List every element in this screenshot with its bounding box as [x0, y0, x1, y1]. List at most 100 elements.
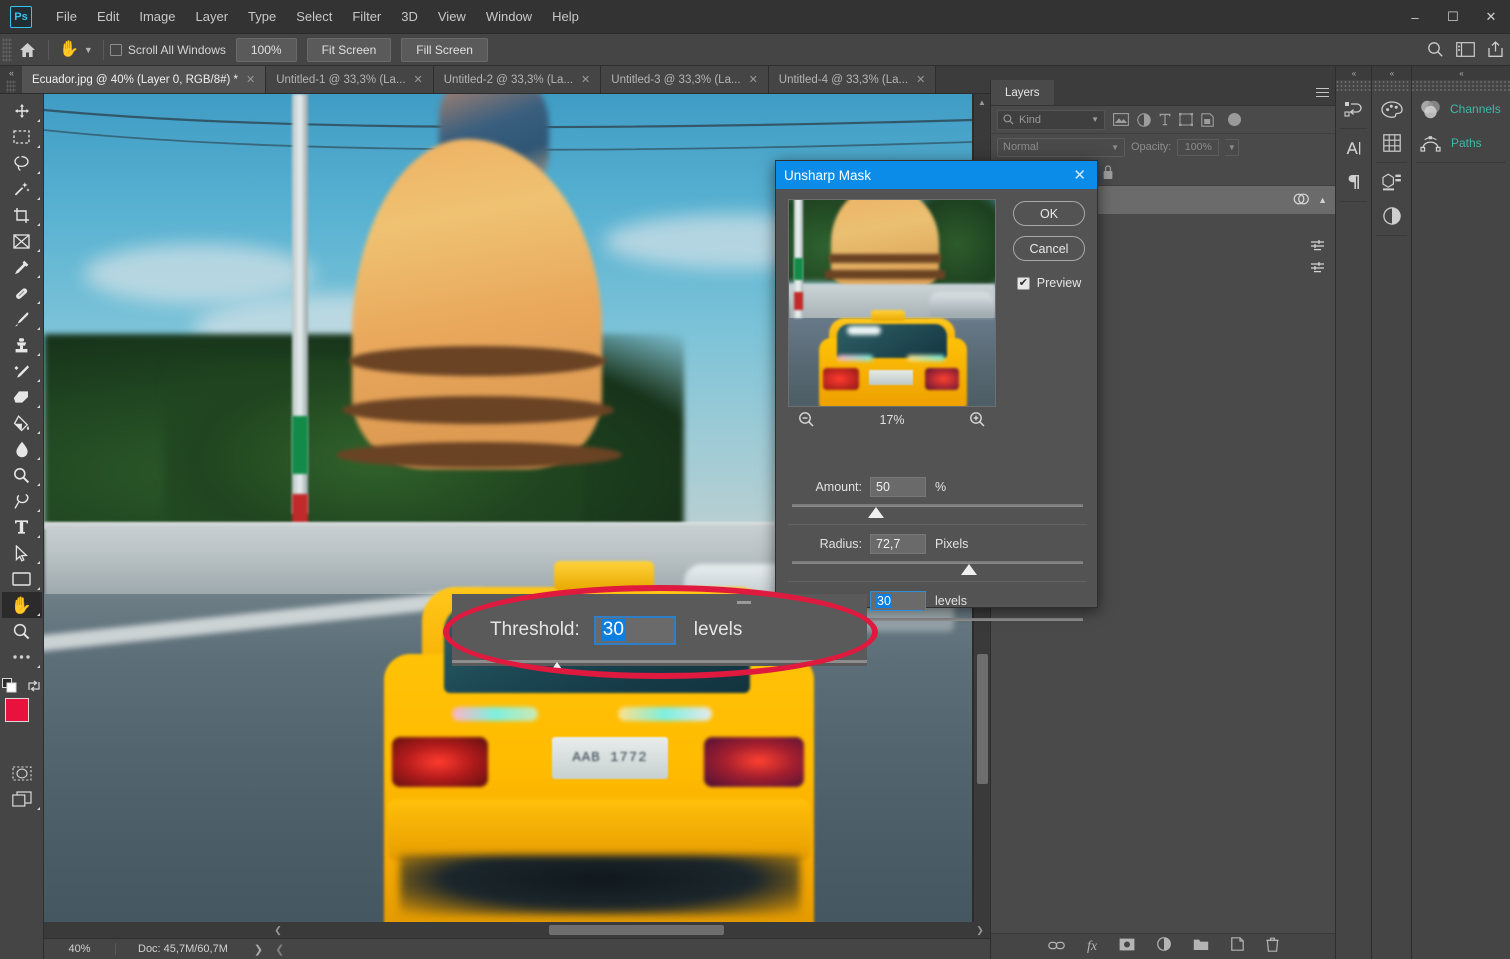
tool-flyout-indicator[interactable]: [37, 197, 40, 200]
add-mask-icon[interactable]: [1119, 938, 1135, 956]
tool-flyout-indicator[interactable]: [37, 483, 40, 486]
path-selection-tool[interactable]: [2, 540, 42, 566]
radius-slider[interactable]: [792, 559, 1083, 577]
screen-mode-button[interactable]: [2, 786, 42, 812]
link-layers-icon[interactable]: [1048, 938, 1065, 956]
tool-flyout-indicator[interactable]: [37, 249, 40, 252]
close-icon[interactable]: ✕: [1070, 168, 1089, 183]
minimize-icon[interactable]: –: [1396, 0, 1434, 34]
workspace-icon[interactable]: [1456, 42, 1475, 57]
tab-untitled-4[interactable]: Untitled-4 @ 33,3% (La... ✕: [769, 66, 937, 93]
close-icon[interactable]: ✕: [581, 73, 590, 86]
amount-slider-knob[interactable]: [868, 507, 884, 518]
chevron-down-icon[interactable]: ▼: [1225, 139, 1239, 156]
v-scrollbar-thumb[interactable]: [977, 654, 988, 784]
radius-slider-knob[interactable]: [961, 564, 977, 575]
status-zoom-level[interactable]: 40%: [44, 943, 116, 955]
tabbar-grip[interactable]: «: [0, 66, 22, 93]
menu-type[interactable]: Type: [238, 5, 286, 28]
current-tool-hand-icon[interactable]: ✋ ▼: [55, 42, 97, 58]
chevron-up-icon[interactable]: ▲: [1318, 195, 1327, 205]
amount-input[interactable]: 50: [870, 477, 926, 497]
scroll-left-icon[interactable]: ❮: [270, 922, 286, 938]
healing-brush-tool[interactable]: [2, 280, 42, 306]
tool-flyout-indicator[interactable]: [37, 145, 40, 148]
adjustments-panel-icon[interactable]: [1372, 199, 1411, 233]
character-panel-icon[interactable]: [1336, 131, 1371, 165]
gradient-tool[interactable]: [2, 410, 42, 436]
new-adjustment-layer-icon[interactable]: [1157, 937, 1171, 956]
menu-select[interactable]: Select: [286, 5, 342, 28]
swatches-panel-icon[interactable]: [1372, 126, 1411, 160]
tool-flyout-indicator[interactable]: [37, 275, 40, 278]
rectangle-tool[interactable]: [2, 566, 42, 592]
cancel-button[interactable]: Cancel: [1013, 236, 1085, 261]
menu-view[interactable]: View: [428, 5, 476, 28]
h-scrollbar[interactable]: ❮ ❯: [44, 922, 990, 938]
preview-checkbox[interactable]: Preview: [1017, 276, 1081, 290]
h-scrollbar-thumb[interactable]: [549, 925, 724, 935]
menu-image[interactable]: Image: [129, 5, 185, 28]
blending-options-icon[interactable]: [1310, 239, 1335, 255]
dodge-tool[interactable]: [2, 462, 42, 488]
collapse-panels-icon[interactable]: «: [1412, 66, 1510, 80]
menu-3d[interactable]: 3D: [391, 5, 428, 28]
adjustment-layer-filter-icon[interactable]: [1137, 113, 1151, 127]
new-group-icon[interactable]: [1193, 938, 1209, 956]
paragraph-panel-icon[interactable]: [1336, 165, 1371, 199]
smart-object-icon[interactable]: [1293, 192, 1309, 209]
tool-flyout-indicator[interactable]: [37, 807, 40, 810]
dialog-preview-thumbnail[interactable]: [788, 199, 996, 407]
collapse-panels-icon[interactable]: «: [9, 68, 13, 78]
tab-untitled-1[interactable]: Untitled-1 @ 33,3% (La... ✕: [266, 66, 434, 93]
edit-toolbar-button[interactable]: [2, 644, 42, 670]
filter-kind-select[interactable]: Kind ▼: [997, 110, 1105, 130]
zoom-in-icon[interactable]: [969, 411, 986, 428]
panel-button-channels[interactable]: Channels: [1412, 92, 1510, 126]
shape-layer-filter-icon[interactable]: [1179, 113, 1193, 126]
type-tool[interactable]: [2, 514, 42, 540]
radius-input[interactable]: 72,7: [870, 534, 926, 554]
tab-untitled-2[interactable]: Untitled-2 @ 33,3% (La... ✕: [434, 66, 602, 93]
collapse-panels-icon[interactable]: «: [1336, 66, 1371, 80]
menu-file[interactable]: File: [46, 5, 87, 28]
menu-layer[interactable]: Layer: [186, 5, 239, 28]
dialog-title-bar[interactable]: Unsharp Mask ✕: [776, 161, 1097, 189]
swap-colors-icon[interactable]: [27, 679, 41, 698]
tool-flyout-indicator[interactable]: [37, 379, 40, 382]
crop-tool[interactable]: [2, 202, 42, 228]
threshold-input[interactable]: 30: [870, 591, 926, 611]
tool-flyout-indicator[interactable]: [37, 301, 40, 304]
lock-artboard-icon[interactable]: [1101, 165, 1115, 180]
close-icon[interactable]: ✕: [414, 73, 423, 86]
tool-flyout-indicator[interactable]: [37, 665, 40, 668]
tool-flyout-indicator[interactable]: [37, 509, 40, 512]
smart-object-filter-icon[interactable]: [1201, 113, 1214, 127]
tool-flyout-indicator[interactable]: [37, 457, 40, 460]
close-icon[interactable]: ✕: [246, 73, 255, 86]
dock-grip[interactable]: [1372, 80, 1411, 92]
type-layer-filter-icon[interactable]: [1159, 113, 1171, 126]
chevron-down-icon[interactable]: ▼: [1111, 143, 1119, 152]
scroll-all-windows-checkbox[interactable]: Scroll All Windows: [110, 43, 226, 57]
chevron-down-icon[interactable]: ▼: [84, 45, 93, 55]
fit-screen-button[interactable]: Fit Screen: [307, 38, 392, 62]
clone-stamp-tool[interactable]: [2, 332, 42, 358]
color-panel-icon[interactable]: [1372, 92, 1411, 126]
zoom-100-button[interactable]: 100%: [236, 38, 297, 62]
pen-tool[interactable]: [2, 488, 42, 514]
maximize-icon[interactable]: ☐: [1434, 0, 1472, 34]
tool-flyout-indicator[interactable]: [37, 353, 40, 356]
chevron-right-icon[interactable]: ❯: [254, 943, 263, 956]
tool-flyout-indicator[interactable]: [37, 587, 40, 590]
brush-tool[interactable]: [2, 306, 42, 332]
dock-grip[interactable]: [1412, 80, 1510, 92]
status-doc-size[interactable]: Doc: 45,7M/60,7M: [116, 943, 228, 955]
tool-flyout-indicator[interactable]: [37, 223, 40, 226]
blend-mode-select[interactable]: Normal ▼: [997, 138, 1125, 157]
quick-selection-tool[interactable]: [2, 176, 42, 202]
amount-slider[interactable]: [792, 502, 1083, 520]
tool-flyout-indicator[interactable]: [37, 327, 40, 330]
collapse-panels-icon[interactable]: «: [1372, 66, 1411, 80]
share-icon[interactable]: [1487, 41, 1504, 58]
